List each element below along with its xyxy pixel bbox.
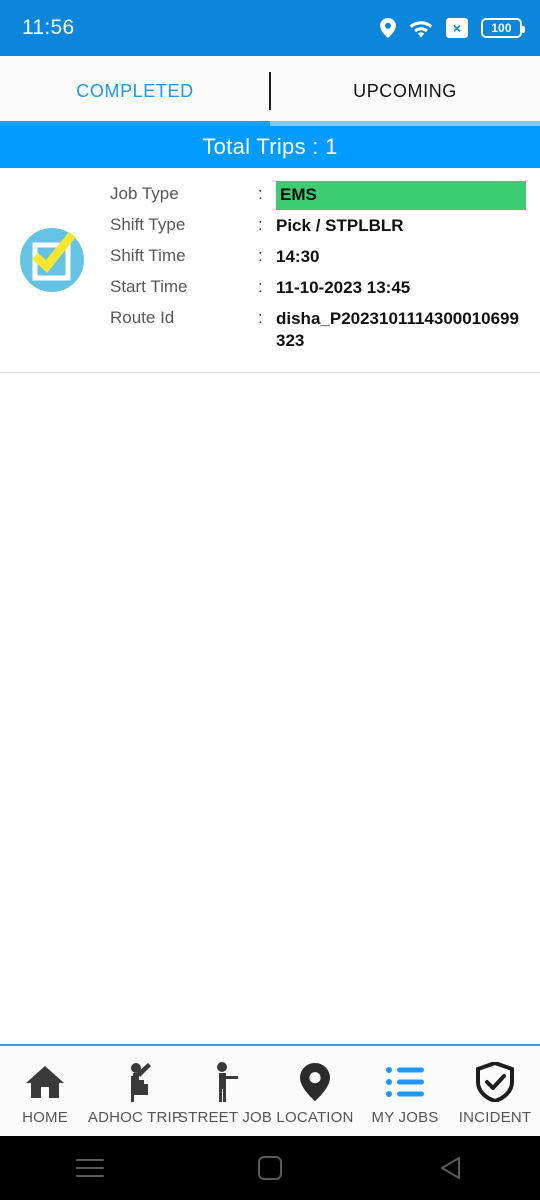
tab-upcoming[interactable]: UPCOMING: [270, 56, 540, 126]
hailing-person-icon: [118, 1061, 152, 1103]
detail-separator: :: [258, 308, 263, 327]
shield-check-icon: [476, 1061, 514, 1103]
trip-status-icon-wrap: [14, 182, 90, 294]
detail-row-shift-type: Shift Type : Pick / STPLBLR: [110, 213, 526, 244]
detail-label: Shift Type: [110, 215, 186, 234]
list-icon: [386, 1061, 424, 1103]
detail-row-job-type: Job Type : EMS: [110, 181, 526, 213]
nav-item-my-jobs[interactable]: MY JOBS: [360, 1046, 450, 1136]
trip-card[interactable]: Job Type : EMS Shift Type : Pick / STPLB…: [0, 168, 540, 373]
detail-value-start-time: 11-10-2023 13:45: [276, 278, 411, 297]
detail-label: Start Time: [110, 277, 188, 296]
detail-row-start-time: Start Time : 11-10-2023 13:45: [110, 275, 526, 306]
trip-detail-rows: Job Type : EMS Shift Type : Pick / STPLB…: [90, 181, 526, 352]
nav-item-home[interactable]: HOME: [0, 1046, 90, 1136]
app-screen: 11:56 × 100 COMPLETED UPCOMING Total Tri…: [0, 0, 540, 1200]
total-trips-banner: Total Trips : 1: [0, 126, 540, 168]
detail-separator: :: [258, 184, 263, 203]
tab-completed[interactable]: COMPLETED: [0, 56, 270, 126]
tab-bar: COMPLETED UPCOMING: [0, 56, 540, 126]
detail-value-route-id: disha_P2023101114300010699323: [276, 309, 519, 350]
trip-list-empty-area: [0, 373, 540, 1044]
bottom-navigation: HOME ADHOC TRIP STREET JOB LOCATION MY J…: [0, 1044, 540, 1136]
nav-label-incident: INCIDENT: [458, 1108, 532, 1126]
detail-value-job-type: EMS: [276, 181, 526, 210]
tab-completed-label: COMPLETED: [76, 80, 194, 101]
total-trips-text: Total Trips : 1: [202, 134, 338, 159]
detail-value-shift-type: Pick / STPLBLR: [276, 216, 404, 235]
status-bar: 11:56 × 100: [0, 0, 540, 56]
system-navigation-bar: [0, 1136, 540, 1200]
detail-separator: :: [258, 277, 263, 296]
nav-item-street-job[interactable]: STREET JOB: [177, 1046, 273, 1136]
checked-checkbox-icon: [18, 226, 86, 294]
detail-label: Job Type: [110, 184, 179, 203]
status-time: 11:56: [22, 16, 75, 39]
detail-label: Shift Time: [110, 246, 186, 265]
nav-label-adhoc-trip: ADHOC TRIP: [87, 1108, 183, 1126]
location-pin-icon: [380, 18, 396, 38]
nav-label-my-jobs: MY JOBS: [371, 1108, 439, 1126]
nav-item-location[interactable]: LOCATION: [270, 1046, 360, 1136]
detail-value-shift-time: 14:30: [276, 247, 320, 266]
sim-error-icon: ×: [446, 18, 468, 38]
nav-label-location: LOCATION: [276, 1108, 354, 1126]
detail-label: Route Id: [110, 308, 175, 327]
map-pin-icon: [300, 1061, 330, 1103]
detail-separator: :: [258, 246, 263, 265]
detail-row-route-id: Route Id : disha_P2023101114300010699323: [110, 306, 526, 352]
nav-label-street-job: STREET JOB: [177, 1108, 273, 1126]
nav-label-home: HOME: [22, 1108, 68, 1126]
detail-separator: :: [258, 215, 263, 234]
home-square: [258, 1156, 282, 1180]
recents-lines: [76, 1159, 104, 1177]
nav-item-adhoc-trip[interactable]: ADHOC TRIP: [87, 1046, 183, 1136]
tab-upcoming-label: UPCOMING: [353, 80, 457, 101]
recents-icon[interactable]: [60, 1148, 120, 1188]
status-icons: × 100: [380, 18, 525, 38]
tab-divider: [269, 72, 271, 110]
nav-item-incident[interactable]: INCIDENT: [450, 1046, 540, 1136]
detail-row-shift-time: Shift Time : 14:30: [110, 244, 526, 275]
back-triangle: [441, 1157, 460, 1179]
home-square-icon[interactable]: [240, 1148, 300, 1188]
standing-person-icon: [209, 1061, 241, 1103]
battery-icon: 100: [481, 18, 525, 38]
back-triangle-icon[interactable]: [420, 1148, 480, 1188]
battery-level: 100: [491, 21, 512, 35]
wifi-icon: [409, 19, 433, 38]
home-icon: [25, 1061, 65, 1103]
